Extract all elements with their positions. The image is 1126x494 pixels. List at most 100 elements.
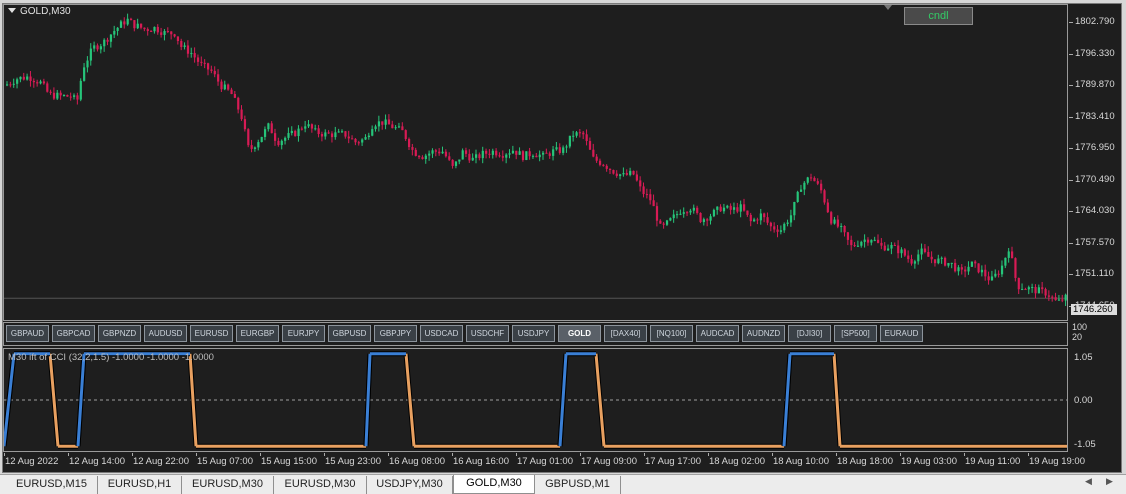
bear-candle [769,222,772,227]
bull-candle [994,273,997,277]
bear-candle [434,150,437,152]
bull-candle [917,254,920,262]
bear-candle [96,45,99,50]
bull-candle [676,214,679,216]
bull-candle [873,239,876,241]
bull-candle [384,119,387,125]
bull-candle [73,95,76,97]
tab-scroll-left-icon[interactable]: ◀ [1085,477,1092,487]
bull-candle [1027,287,1030,290]
chart-tab[interactable]: EURUSD,M30 [274,476,367,494]
time-axis-label: 19 Aug 03:00 [901,456,957,467]
chart-tab[interactable]: EURUSD,H1 [98,476,182,494]
bear-candle [954,262,957,272]
bear-candle [250,145,253,149]
bear-candle [866,239,870,243]
symbol-bar-axis: 100 20 [1072,322,1087,342]
symbol-button-usdjpy[interactable]: USDJPY [512,325,555,342]
bear-candle [763,213,766,218]
tab-scroll-right-icon[interactable]: ▶ [1106,477,1113,487]
bear-candle [1034,286,1037,294]
bear-candle [903,249,906,256]
symbol-button-dax40[interactable]: [DAX40] [604,325,647,342]
symbol-button-gbpusd[interactable]: GBPUSD [328,325,371,342]
symbol-button-gbpnzd[interactable]: GBPNZD [98,325,141,342]
symbol-button-eurjpy[interactable]: EURJPY [282,325,325,342]
bear-candle [960,267,963,270]
bear-candle [408,139,411,148]
time-axis-label: 17 Aug 17:00 [645,456,701,467]
symbol-title-text: GOLD,M30 [20,6,71,17]
bear-candle [588,141,592,150]
chart-tab[interactable]: GOLD,M30 [453,475,535,494]
bear-candle [883,245,886,251]
chart-tab[interactable]: EURUSD,M30 [182,476,274,494]
chart-tab[interactable]: GBPUSD,M1 [535,476,621,494]
time-axis-label: 16 Aug 16:00 [453,456,509,467]
price-axis-tick [1069,22,1073,23]
bear-candle [347,136,350,139]
bear-candle [143,27,146,30]
symbol-button-gbpjpy[interactable]: GBPJPY [374,325,417,342]
indicator-pane[interactable] [3,348,1068,452]
bull-candle [1021,288,1024,290]
bull-candle [367,135,370,138]
bear-candle [598,160,602,165]
chart-shift-marker-icon[interactable] [884,5,892,10]
bull-candle [394,127,397,129]
bear-candle [327,132,330,134]
symbol-button-eurgbp[interactable]: EURGBP [236,325,279,342]
bear-candle [984,269,987,277]
price-axis-label: 1783.410 [1075,110,1115,122]
bear-candle [36,82,39,84]
symbol-button-nq100[interactable]: [NQ100] [650,325,693,342]
bull-candle [890,244,893,249]
bear-candle [820,183,823,191]
price-chart-pane[interactable] [3,4,1068,321]
bear-candle [997,273,1000,275]
bear-candle [706,219,709,221]
bear-candle [1024,288,1027,290]
symbol-button-dji30[interactable]: [DJI30] [788,325,831,342]
symbol-button-audcad[interactable]: AUDCAD [696,325,739,342]
bull-candle [622,173,625,175]
bull-candle [679,213,682,215]
bull-candle [565,146,568,148]
bull-candle [297,128,300,137]
bull-candle [89,48,92,61]
bull-candle [940,257,943,259]
bear-candle [220,81,223,90]
symbol-button-usdcad[interactable]: USDCAD [420,325,463,342]
bull-candle [461,150,464,160]
cndl-button[interactable]: cndl [904,7,973,25]
bull-candle [397,126,401,128]
symbol-button-euraud[interactable]: EURAUD [880,325,923,342]
bull-candle [341,131,344,133]
symbol-button-gbpaud[interactable]: GBPAUD [6,325,49,342]
bear-candle [203,62,206,64]
chart-tab[interactable]: EURUSD,M15 [6,476,98,494]
bear-candle [468,153,471,161]
symbol-button-sp500[interactable]: [SP500] [834,325,877,342]
chart-tab[interactable]: USDJPY,M30 [367,476,453,494]
bear-candle [595,156,598,161]
symbol-button-usdchf[interactable]: USDCHF [466,325,509,342]
bull-candle [863,239,866,242]
symbol-button-audnzd[interactable]: AUDNZD [742,325,785,342]
symbol-button-audusd[interactable]: AUDUSD [144,325,187,342]
bear-candle [156,26,159,33]
bear-candle [696,207,699,213]
bear-candle [381,121,384,125]
bear-candle [146,29,149,31]
bear-candle [240,109,243,120]
bull-candle [505,154,508,158]
symbol-button-gbpcad[interactable]: GBPCAD [52,325,95,342]
bear-candle [233,94,236,98]
bull-candle [39,81,42,84]
bull-candle [109,34,113,42]
symbol-button-gold[interactable]: GOLD [558,325,601,342]
symbol-button-eurusd[interactable]: EURUSD [190,325,233,342]
bear-candle [558,147,561,153]
bull-candle [361,139,364,143]
bull-candle [833,219,836,224]
